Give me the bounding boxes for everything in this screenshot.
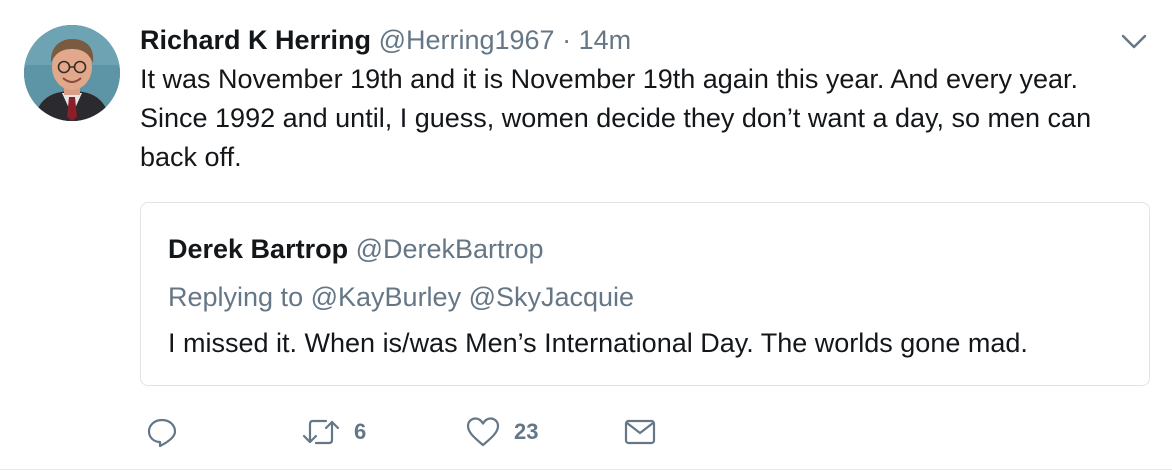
tweet-divider [0,469,1172,470]
tweet-header: Richard K Herring @Herring1967 · 14m [140,22,631,58]
replying-handles: @KayBurley @SkyJacquie [310,282,635,312]
quoted-author-name: Derek Bartrop [168,234,349,264]
quoted-tweet[interactable]: Derek Bartrop @DerekBartrop Replying to … [140,202,1150,386]
like-count: 23 [514,419,539,444]
author-handle[interactable]: @Herring1967 [379,25,555,55]
quoted-replying-to: Replying to @KayBurley @SkyJacquie [168,279,634,315]
reply-icon [147,418,177,448]
retweet-count: 6 [354,419,367,444]
quoted-tweet-header: Derek Bartrop @DerekBartrop [168,231,544,267]
like-button[interactable]: 23 [466,412,538,452]
heart-icon [466,417,500,447]
author-avatar[interactable] [24,25,120,121]
header-separator: · [562,25,572,55]
avatar-photo [24,25,120,121]
replying-label: Replying to [168,282,304,312]
author-name[interactable]: Richard K Herring [140,25,371,55]
direct-message-button[interactable] [624,412,656,452]
retweet-button[interactable]: 6 [302,412,366,452]
reply-button[interactable] [146,412,178,452]
envelope-icon [624,419,656,445]
tweet[interactable]: Richard K Herring @Herring1967 · 14m It … [0,0,1172,472]
retweet-icon [302,419,340,445]
chevron-down-icon[interactable] [1120,32,1148,52]
quoted-tweet-text: I missed it. When is/was Men’s Internati… [168,328,1028,358]
quoted-author-handle: @DerekBartrop [355,234,544,264]
tweet-text: It was November 19th and it is November … [140,64,1092,172]
tweet-timestamp[interactable]: 14m [579,25,632,55]
